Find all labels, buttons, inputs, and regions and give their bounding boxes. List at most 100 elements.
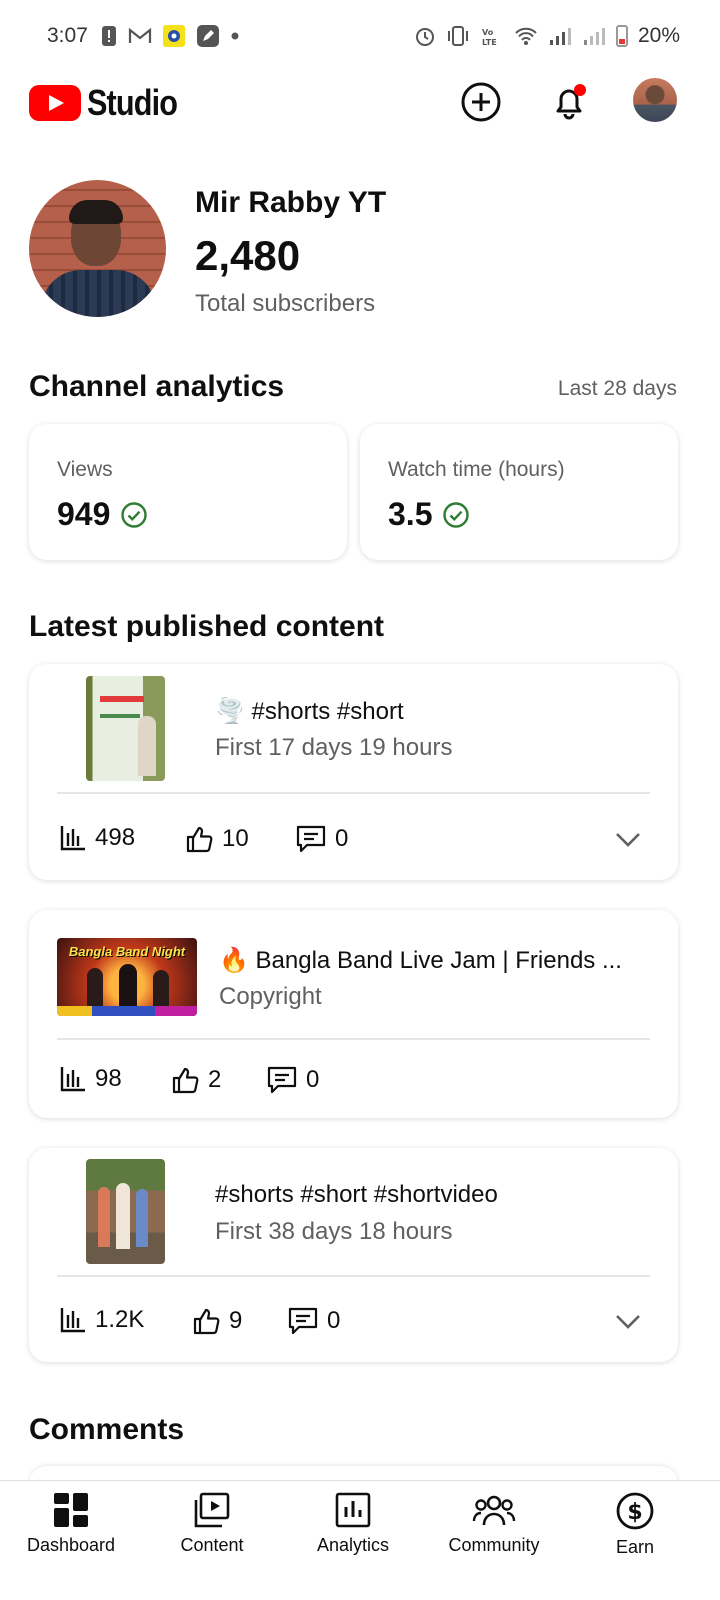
dot-icon [231,32,239,40]
divider [57,1275,650,1277]
volte-icon: VoLTE [482,28,497,47]
divider [57,792,650,794]
system-icons: Vo LTE 20% [414,24,680,48]
watch-time-value: 3.5 [388,496,433,532]
channel-avatar[interactable] [29,180,166,317]
views-value-row: 949 [57,496,148,533]
add-circle-icon [461,82,501,122]
analytics-period: Last 28 days [557,377,677,400]
likes-metric: 9 [191,1306,242,1336]
channel-name: Mir Rabby YT [195,186,387,219]
nav-community[interactable]: Community [429,1491,559,1556]
watch-time-value-row: 3.5 [388,496,470,533]
nav-label: Content [180,1535,244,1555]
content-subtitle: First 38 days 18 hours [215,1218,453,1245]
nav-label: Earn [615,1537,655,1557]
battery-icon [615,25,628,47]
content-icon [194,1492,230,1528]
content-title: 🌪️ #shorts #short [215,698,404,725]
vibrate-icon [447,26,468,46]
gmail-icon [128,27,152,43]
subscriber-label: Total subscribers [195,290,376,317]
likes-count: 10 [222,825,249,852]
check-circle-icon [443,501,470,528]
nav-label: Community [448,1535,540,1555]
thumbs-up-icon [172,1067,199,1094]
thumbnail-title: Bangla Band Night [68,944,186,959]
alert-notification-icon [102,26,116,46]
dashboard-icon [54,1493,88,1527]
comments-count: 0 [327,1307,341,1334]
comment-icon [267,1066,297,1094]
nav-content[interactable]: Content [147,1491,277,1556]
channel-summary: Mir Rabby YT 2,480 Total subscribers [29,180,689,320]
video-thumbnail[interactable] [86,1159,165,1264]
bar-chart-icon [60,1308,85,1333]
content-subtitle: Copyright [219,983,322,1010]
svg-text:$: $ [627,1500,642,1525]
svg-text:Vo: Vo [482,28,494,37]
views-label: Views [57,458,113,481]
notifications-button[interactable] [545,78,593,126]
nav-label: Dashboard [26,1535,116,1555]
comments-metric: 0 [295,824,348,854]
divider [57,1038,650,1040]
likes-metric: 10 [184,824,249,854]
comments-count: 0 [335,825,349,852]
views-count: 498 [95,824,136,851]
video-thumbnail[interactable] [86,676,165,781]
subscriber-count: 2,480 [195,232,301,279]
bell-icon [556,84,586,120]
content-subtitle: First 17 days 19 hours [215,734,453,761]
comments-count: 0 [306,1066,320,1093]
account-avatar[interactable] [633,78,677,122]
analytics-icon [335,1492,371,1528]
analytics-heading: Channel analytics [29,370,285,403]
nav-analytics[interactable]: Analytics [288,1491,418,1556]
create-button[interactable] [457,78,505,126]
latest-content-heading: Latest published content [29,610,385,643]
content-title: 🔥 Bangla Band Live Jam | Friends ... [219,947,622,974]
status-time: 3:07 [47,24,88,47]
comments-metric: 0 [266,1065,319,1095]
likes-count: 9 [229,1307,243,1334]
video-thumbnail[interactable]: Bangla Band Night [57,938,197,1016]
views-card[interactable]: Views 949 [29,424,347,560]
thumbs-up-icon [193,1308,220,1335]
comments-metric: 0 [287,1306,340,1336]
nav-earn[interactable]: $ Earn [570,1491,700,1558]
community-icon [472,1495,516,1526]
nav-label: Analytics [316,1535,390,1555]
wifi-icon [515,27,537,45]
app-title: Studio [87,82,178,123]
alarm-icon [415,28,434,46]
watch-time-card[interactable]: Watch time (hours) 3.5 [360,424,678,560]
content-card[interactable]: #shorts #short #shortvideo First 38 days… [29,1148,678,1362]
chevron-down-icon[interactable] [614,825,642,853]
bottom-navigation: Dashboard Content Analytics Community $ … [0,1480,720,1600]
views-count: 98 [95,1065,122,1092]
views-value: 949 [57,496,111,532]
thumbs-up-icon [186,826,213,853]
content-card[interactable]: Bangla Band Night 🔥 Bangla Band Live Jam… [29,910,678,1118]
content-title: #shorts #short #shortvideo [215,1181,498,1208]
youtube-logo-icon [29,85,81,121]
nav-dashboard[interactable]: Dashboard [6,1491,136,1556]
svg-text:LTE: LTE [482,38,497,47]
battery-level: 20% [637,24,680,47]
bar-chart-icon [60,826,85,851]
content-card[interactable]: 🌪️ #shorts #short First 17 days 19 hours… [29,664,678,880]
chevron-down-icon[interactable] [614,1307,642,1335]
comments-heading: Comments [29,1413,185,1446]
views-metric: 98 [59,1065,122,1093]
youtube-studio-logo[interactable]: Studio [29,82,193,124]
views-count: 1.2K [95,1306,145,1333]
comment-icon [288,1307,318,1335]
edit-notification-icon [197,25,219,47]
views-metric: 1.2K [59,1306,144,1334]
notification-icons [100,24,240,48]
likes-count: 2 [208,1066,222,1093]
signal-icon [549,28,571,45]
likes-metric: 2 [170,1065,221,1095]
bar-chart-icon [60,1067,85,1092]
